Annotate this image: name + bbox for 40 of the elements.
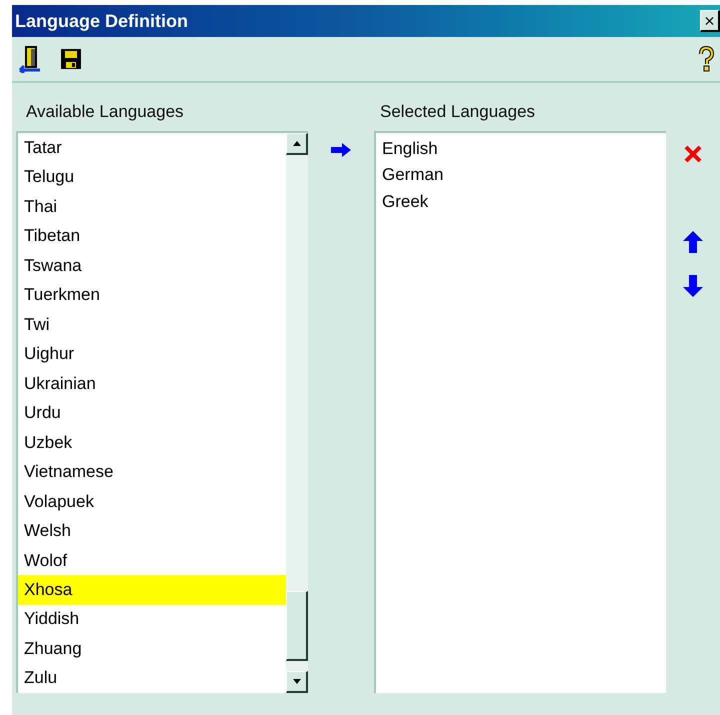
list-item[interactable]: Volapuek (18, 486, 286, 516)
list-item[interactable]: Xhosa (18, 575, 286, 604)
list-item[interactable]: Zhuang (18, 634, 286, 664)
list-item[interactable]: Uighur (18, 339, 286, 369)
down-arrow-icon[interactable] (683, 275, 703, 297)
list-item[interactable]: Greek (376, 188, 666, 214)
list-item[interactable]: Telugu (18, 162, 286, 192)
list-item[interactable]: Tuerkmen (18, 280, 286, 310)
list-item[interactable]: Tatar (18, 133, 286, 162)
up-caret-icon (292, 141, 300, 146)
list-item[interactable]: Thai (18, 192, 286, 222)
section-label: Selected Languages (380, 101, 536, 123)
language-list[interactable]: Tatar Telugu Thai Tibetan Tswana Tuerkmen Twi Uighur Ukrainian Urdu Uzbek Vietnamese Volapuek Welsh Wolof Xhosa Yiddish Zhuang Zulu (16, 131, 308, 693)
window-title: Language Definition (15, 10, 188, 33)
list-item[interactable]: Urdu (18, 398, 286, 428)
list-item[interactable]: Tibetan (18, 221, 286, 251)
list-item[interactable]: Zulu (18, 663, 286, 693)
list-item[interactable]: Twi (18, 310, 286, 340)
close-button[interactable]: × (700, 10, 720, 32)
section-label: Available Languages (26, 101, 185, 123)
down-caret-icon (292, 679, 300, 684)
scrollbar[interactable] (286, 133, 308, 693)
up-arrow-icon[interactable] (683, 231, 703, 253)
scroll-thumb[interactable] (286, 591, 308, 661)
scroll-down-button[interactable] (286, 671, 308, 693)
list-item[interactable]: Yiddish (18, 604, 286, 634)
list-item[interactable]: Ukrainian (18, 368, 286, 398)
list-item[interactable]: Tswana (18, 250, 286, 280)
list-item[interactable]: German (376, 162, 666, 188)
add-arrow-icon[interactable] (331, 143, 351, 157)
list-item[interactable]: Vietnamese (18, 457, 286, 487)
remove-cross-icon[interactable] (684, 145, 702, 163)
scroll-up-button[interactable] (286, 133, 308, 155)
list-item[interactable]: English (376, 135, 666, 162)
selected-list[interactable]: English German Greek (374, 131, 666, 693)
help-icon[interactable] (698, 46, 714, 72)
save-icon[interactable] (60, 48, 82, 70)
list-item[interactable]: Uzbek (18, 428, 286, 458)
list-item[interactable]: Welsh (18, 516, 286, 546)
list-item[interactable]: Wolof (18, 546, 286, 576)
